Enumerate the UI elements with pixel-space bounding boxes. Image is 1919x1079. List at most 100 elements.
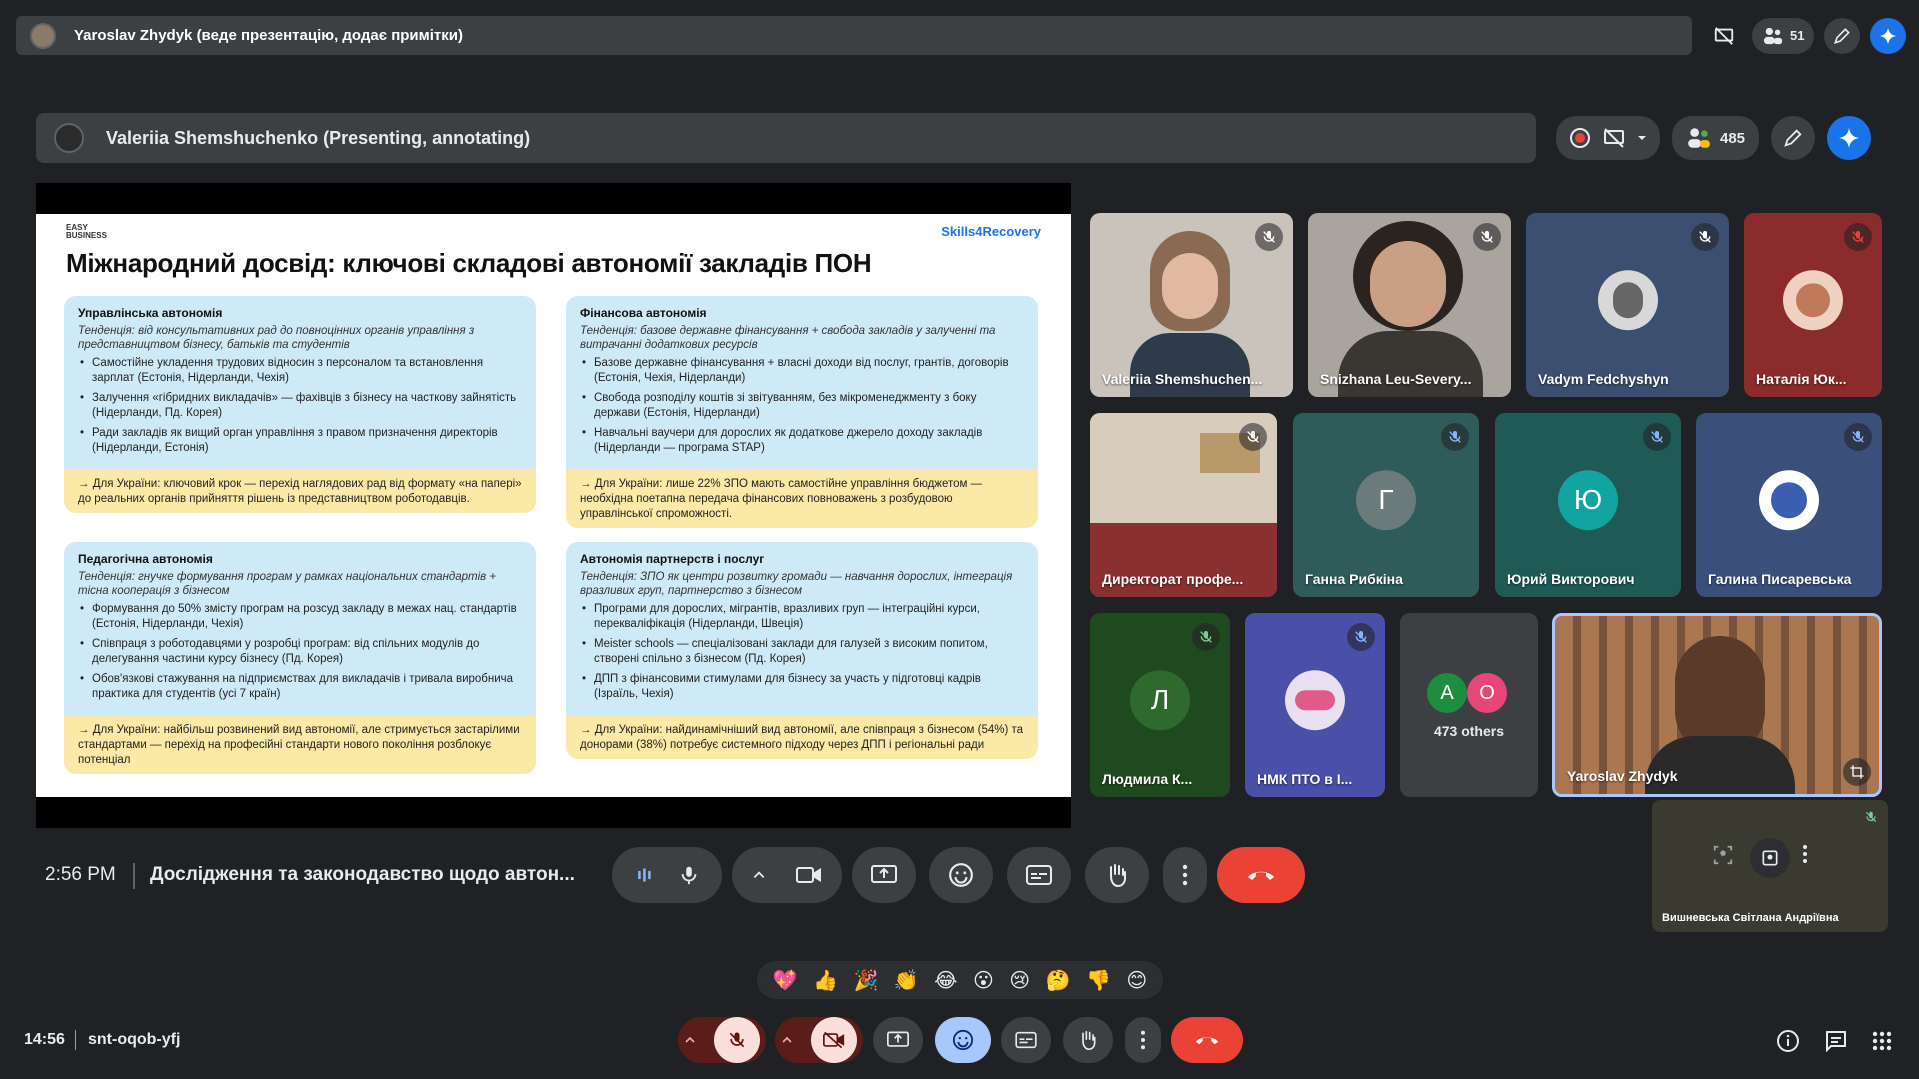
participant-tile[interactable]: Наталія Юк... [1744, 213, 1882, 397]
reaction-clap[interactable]: 👏 [894, 968, 919, 992]
others-avatar: А [1427, 673, 1467, 713]
apps-grid-icon [1872, 1031, 1892, 1051]
outer-gemini-button[interactable] [1870, 17, 1907, 54]
reaction-sparkling-heart[interactable]: 💖 [773, 968, 798, 992]
card-bullet: Програми для дорослих, мігрантів, вразли… [580, 602, 1024, 632]
people-icon [1688, 128, 1710, 148]
participant-tile-speaking[interactable]: Yaroslav Zhydyk [1552, 613, 1882, 797]
participant-tile[interactable]: Галина Писаревська [1696, 413, 1882, 597]
outer-camera-group[interactable] [775, 1017, 863, 1063]
inner-reactions-button[interactable] [929, 847, 993, 903]
effects-icon[interactable] [1750, 838, 1790, 878]
pen-icon [1834, 27, 1851, 44]
outer-annotate-button[interactable] [1824, 17, 1861, 54]
card-bullet: Meister schools — спеціалізовані заклади… [580, 637, 1024, 667]
inner-mic-group[interactable] [612, 847, 722, 903]
mic-off-icon [1441, 423, 1469, 451]
card-heading: Автономія партнерств і послуг [580, 552, 765, 566]
inner-annotate-button[interactable] [1771, 116, 1816, 160]
mic-off-button[interactable] [714, 1017, 760, 1063]
reaction-add[interactable]: 😊 [1126, 968, 1147, 992]
activities-button[interactable] [1872, 1031, 1892, 1051]
inner-present-button[interactable] [852, 847, 916, 903]
inner-raise-hand-button[interactable] [1085, 847, 1149, 903]
inner-captions-button[interactable] [1007, 847, 1071, 903]
outer-clock: 14:56 [24, 1031, 65, 1048]
reaction-thumbs-up[interactable]: 👍 [813, 968, 838, 992]
participant-avatar [1597, 270, 1658, 331]
participant-tile[interactable]: Vadym Fedchyshyn [1526, 213, 1729, 397]
camera-icon [796, 867, 821, 883]
inner-leave-call-button[interactable] [1217, 847, 1305, 903]
card-trend: Тенденція: базове державне фінансування … [580, 325, 996, 351]
hand-icon [1110, 864, 1126, 888]
participant-name: НМК ПТО в І... [1257, 771, 1353, 787]
crop-icon[interactable] [1843, 758, 1871, 786]
mic-off-icon [1864, 810, 1878, 824]
outer-mic-group[interactable] [678, 1017, 766, 1063]
mic-off-icon [1255, 223, 1283, 251]
inner-recording-controls[interactable] [1556, 116, 1660, 160]
outer-captions-button[interactable] [1001, 1017, 1051, 1063]
mic-icon [681, 866, 697, 885]
participant-tile[interactable]: Л Людмила К... [1090, 613, 1230, 797]
present-icon [871, 865, 897, 883]
others-tile[interactable]: А О 473 others [1400, 613, 1538, 797]
camera-off-button[interactable] [811, 1017, 857, 1063]
card-ukraine-note: → Для України: лише 22% ЗПО мають самост… [566, 469, 1038, 528]
participant-face [1370, 241, 1446, 327]
more-options-icon[interactable] [1802, 844, 1808, 864]
present-icon [887, 1031, 909, 1047]
inner-people-button[interactable]: 485 [1672, 116, 1760, 160]
inner-presenter-avatar [54, 123, 84, 153]
participant-tile[interactable]: Snizhana Leu-Severy... [1308, 213, 1511, 397]
participant-tile[interactable]: Valeriia Shemshuchen... [1090, 213, 1293, 397]
chevron-down-icon [1638, 136, 1646, 140]
meeting-details-button[interactable] [1776, 1029, 1800, 1053]
mic-off-icon [1239, 423, 1267, 451]
outer-top-actions: 51 [1706, 16, 1907, 55]
outer-reactions-button[interactable] [935, 1017, 991, 1063]
inner-gemini-button[interactable] [1827, 116, 1872, 160]
mic-off-icon [1691, 223, 1719, 251]
outer-stop-sharing-button[interactable] [1706, 18, 1742, 54]
participant-avatar: Ю [1558, 470, 1618, 531]
participant-name: Директорат профе... [1102, 571, 1244, 587]
outer-leave-call-button[interactable] [1171, 1017, 1243, 1063]
participant-tile[interactable]: НМК ПТО в І... [1245, 613, 1385, 797]
camera-off-icon [823, 1031, 845, 1049]
outer-people-button[interactable]: 51 [1752, 17, 1815, 54]
mic-off-icon [1192, 623, 1220, 651]
participant-body [1130, 333, 1250, 397]
reaction-party[interactable]: 🎉 [853, 968, 878, 992]
outer-raise-hand-button[interactable] [1063, 1017, 1113, 1063]
reaction-sad[interactable]: 😢 [1009, 968, 1030, 992]
self-view-tile[interactable]: Вишневська Світлана Андріївна [1652, 800, 1888, 932]
chat-button[interactable] [1824, 1029, 1848, 1053]
frame-person-icon[interactable] [1712, 844, 1742, 866]
card-heading: Фінансова автономія [580, 306, 707, 320]
card-bullet: Формування до 50% змісту програм на розс… [78, 602, 522, 632]
inner-more-options-button[interactable] [1163, 847, 1207, 903]
card-heading: Управлінська автономія [78, 306, 223, 320]
reaction-thinking[interactable]: 🤔 [1046, 968, 1071, 992]
slide-card-partnerships: Автономія партнерств і послуг Тенденція:… [566, 542, 1038, 759]
participant-tile[interactable]: Директорат профе... [1090, 413, 1277, 597]
participant-avatar: Г [1356, 470, 1416, 531]
participant-tile[interactable]: Ю Юрий Викторович [1495, 413, 1681, 597]
outer-present-button[interactable] [873, 1017, 923, 1063]
divider [75, 1030, 76, 1050]
inner-camera-group[interactable] [732, 847, 842, 903]
reaction-thumbs-down[interactable]: 👎 [1086, 968, 1111, 992]
outer-participant-count: 51 [1790, 28, 1805, 43]
card-ukraine-note: → Для України: ключовий крок — перехід н… [64, 469, 536, 513]
participant-face [1162, 253, 1218, 319]
card-bullet: Ради закладів як вищий орган управління … [78, 426, 522, 456]
slide-card-pedagogy: Педагогічна автономія Тенденція: гнучке … [64, 542, 536, 774]
outer-presenter-bar: Yaroslav Zhydyk (веде презентацію, додає… [16, 16, 1692, 55]
reaction-surprised[interactable]: 😮 [973, 968, 994, 992]
mic-off-icon [1844, 423, 1872, 451]
reaction-laugh[interactable]: 😂 [934, 968, 957, 992]
participant-tile[interactable]: Г Ганна Рибкіна [1293, 413, 1479, 597]
outer-more-options-button[interactable] [1125, 1017, 1161, 1063]
